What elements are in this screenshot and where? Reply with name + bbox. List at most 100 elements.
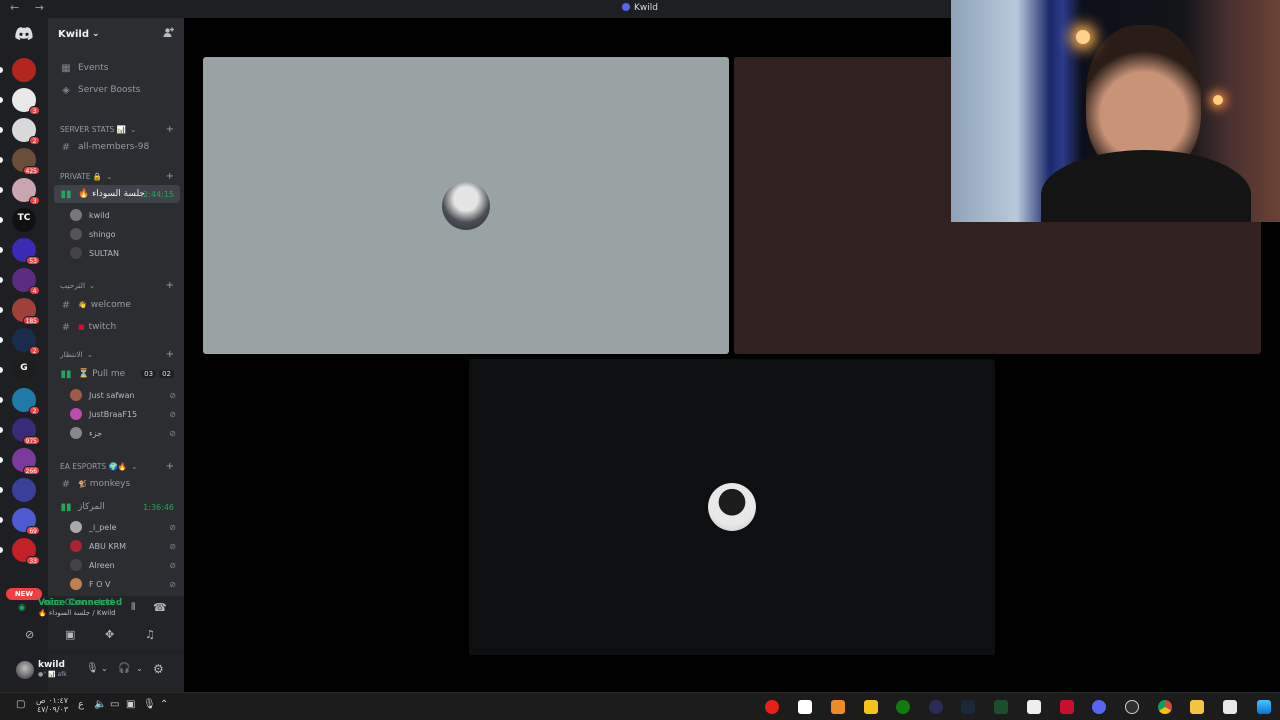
youtube-icon[interactable] (765, 700, 779, 714)
soundboard-icon[interactable]: ♫ (145, 628, 155, 641)
add-member-icon[interactable] (163, 27, 174, 41)
webcam-overlay (951, 0, 1280, 222)
voice-user[interactable]: F O V ⊘ (70, 575, 176, 593)
media-player-icon[interactable] (929, 700, 943, 714)
channel-welcome[interactable]: # 👋 welcome (54, 296, 180, 314)
channel-twitch[interactable]: # ■ twitch (54, 318, 180, 336)
obs-icon[interactable] (1125, 700, 1139, 714)
steam-icon[interactable] (961, 700, 975, 714)
chrome-icon[interactable] (1158, 700, 1172, 714)
category-private[interactable]: Private 🔒 ⌄ + (54, 169, 178, 183)
store-icon[interactable] (1223, 700, 1237, 714)
app-red-icon[interactable] (1060, 700, 1074, 714)
audio-options-chevron-icon[interactable]: ⌄ (136, 664, 143, 673)
chevron-down-icon: ⌄ (92, 29, 100, 39)
channel-monkeys[interactable]: # 🐒 monkeys (54, 475, 180, 493)
activities-icon[interactable]: ✥ (105, 628, 114, 641)
voice-user[interactable]: Just safwan ⊘ (70, 386, 176, 404)
voice-user-name: Just safwan (89, 390, 135, 400)
voice-location[interactable]: 🔥 جلسة السوداء / Kwild (38, 609, 128, 617)
voice-user[interactable]: SULTAN (70, 244, 176, 262)
server-icon[interactable]: 69 (12, 508, 40, 535)
server-icon[interactable]: 975 (12, 418, 40, 445)
server-icon[interactable] (12, 58, 36, 82)
add-channel-icon[interactable]: + (166, 349, 174, 360)
headphones-icon[interactable]: 🎧 (118, 663, 130, 674)
participant-tile[interactable] (203, 57, 729, 354)
noise-suppression-icon[interactable]: ⦀ (131, 602, 135, 613)
add-channel-icon[interactable]: + (166, 280, 174, 291)
voice-user[interactable]: shingo (70, 225, 176, 243)
app-orange-icon[interactable] (831, 700, 845, 714)
category-wait[interactable]: الانتظار ⌄ + (54, 347, 178, 361)
category-welcome[interactable]: الترحيب ⌄ + (54, 278, 178, 292)
network-icon[interactable]: ▭ (110, 699, 119, 710)
user-name[interactable]: kwild (38, 660, 65, 670)
server-icon[interactable]: 266 (12, 448, 40, 475)
camera-off-icon[interactable]: ⊘ (25, 628, 34, 641)
server-icon[interactable]: 2 (12, 388, 40, 415)
voice-user[interactable]: _i_pele ⊘ (70, 518, 176, 536)
microphone-icon[interactable]: 🎙 (86, 663, 99, 674)
server-icon[interactable]: 185 (12, 298, 40, 325)
server-icon[interactable]: 3 (12, 178, 40, 205)
server-icon[interactable]: 4 (12, 268, 40, 295)
server-icon[interactable]: 3 (12, 88, 40, 115)
add-channel-icon[interactable]: + (166, 171, 174, 182)
server-boosts-item[interactable]: ◈ Server Boosts (54, 81, 180, 99)
add-channel-icon[interactable]: + (166, 461, 174, 472)
microphone-tray-icon[interactable]: 🎙 (143, 699, 156, 710)
app-white-icon[interactable] (1027, 700, 1041, 714)
mention-badge: 3 (29, 106, 40, 115)
server-icon[interactable]: TC (12, 208, 36, 232)
volume-icon[interactable]: 🔈 (94, 699, 106, 710)
voice-user[interactable]: JustBraaF15 ⊘ (70, 405, 176, 423)
server-icon[interactable] (12, 478, 36, 502)
screen-share-icon[interactable]: ▣ (65, 628, 75, 641)
discord-taskbar-icon[interactable] (1092, 700, 1106, 714)
events-item[interactable]: ▦ Events (54, 59, 180, 77)
server-icon[interactable]: 2 (12, 118, 40, 145)
avatar[interactable] (16, 661, 34, 679)
unread-pill (0, 397, 3, 403)
capcut-icon[interactable] (798, 700, 812, 714)
rockstar-icon[interactable] (864, 700, 878, 714)
app-green-icon[interactable] (994, 700, 1008, 714)
voice-user[interactable]: Alreen ⊘ (70, 556, 176, 574)
voice-user[interactable]: جزء ⊘ (70, 424, 176, 442)
mic-options-chevron-icon[interactable]: ⌄ (101, 664, 108, 673)
chevron-up-icon[interactable]: ⌃ (160, 699, 168, 710)
voice-user-name: kwild (89, 210, 110, 220)
server-icon[interactable]: 53 (12, 238, 40, 265)
discord-home-icon[interactable] (12, 24, 36, 42)
participant-tile[interactable] (469, 359, 995, 655)
windows-start-icon[interactable] (1257, 700, 1271, 714)
add-channel-icon[interactable]: + (166, 124, 174, 135)
voice-user[interactable]: ABU KRM ⊘ (70, 537, 176, 555)
voice-channel-main[interactable]: ▮▮ 🔥 جلسة السوداء 2:44:15 (54, 185, 180, 203)
guild-header[interactable]: Kwild ⌄ (48, 18, 184, 50)
gear-icon[interactable]: ⚙ (153, 662, 164, 676)
channel-all-members[interactable]: # all-members-98 (54, 138, 180, 156)
language-indicator[interactable]: ع (78, 699, 84, 710)
voice-channel-pull-me[interactable]: ▮▮ ⏳ Pull me 03 02 (54, 365, 180, 383)
notification-icon[interactable]: ▢ (16, 699, 25, 710)
voice-signal-icon[interactable]: ◉ (18, 603, 26, 613)
server-icon[interactable]: 2 (12, 328, 40, 355)
xbox-icon[interactable] (896, 700, 910, 714)
voice-connected-text[interactable]: Voice Connected (38, 598, 113, 608)
mention-badge: 2 (29, 136, 40, 145)
server-icon[interactable]: G (12, 358, 36, 382)
voice-user-name: JustBraaF15 (89, 409, 138, 419)
display-icon[interactable]: ▣ (126, 699, 135, 710)
file-explorer-icon[interactable] (1190, 700, 1204, 714)
disconnect-icon[interactable]: ☎ (153, 601, 167, 614)
server-icon[interactable]: 33 (12, 538, 40, 565)
category-ea-esports[interactable]: EA ESPORTS 🌍🔥 ⌄ + (54, 459, 178, 473)
date-time[interactable]: ٠١:٤٧ ص ٤٧/٠٩/٠٣ (36, 696, 68, 714)
voice-channel-center[interactable]: ▮▮ المركاز 1:36:46 (54, 498, 180, 516)
category-server-stats[interactable]: SERVER STATS 📊 ⌄ + (54, 122, 178, 136)
server-icon[interactable]: 425 (12, 148, 40, 175)
voice-user[interactable]: kwild (70, 206, 176, 224)
taskbar: ٠١:٤٧ ص ٤٧/٠٩/٠٣ ▢ ع 🔈 ▭ ▣ 🎙 ⌃ (0, 692, 1280, 720)
